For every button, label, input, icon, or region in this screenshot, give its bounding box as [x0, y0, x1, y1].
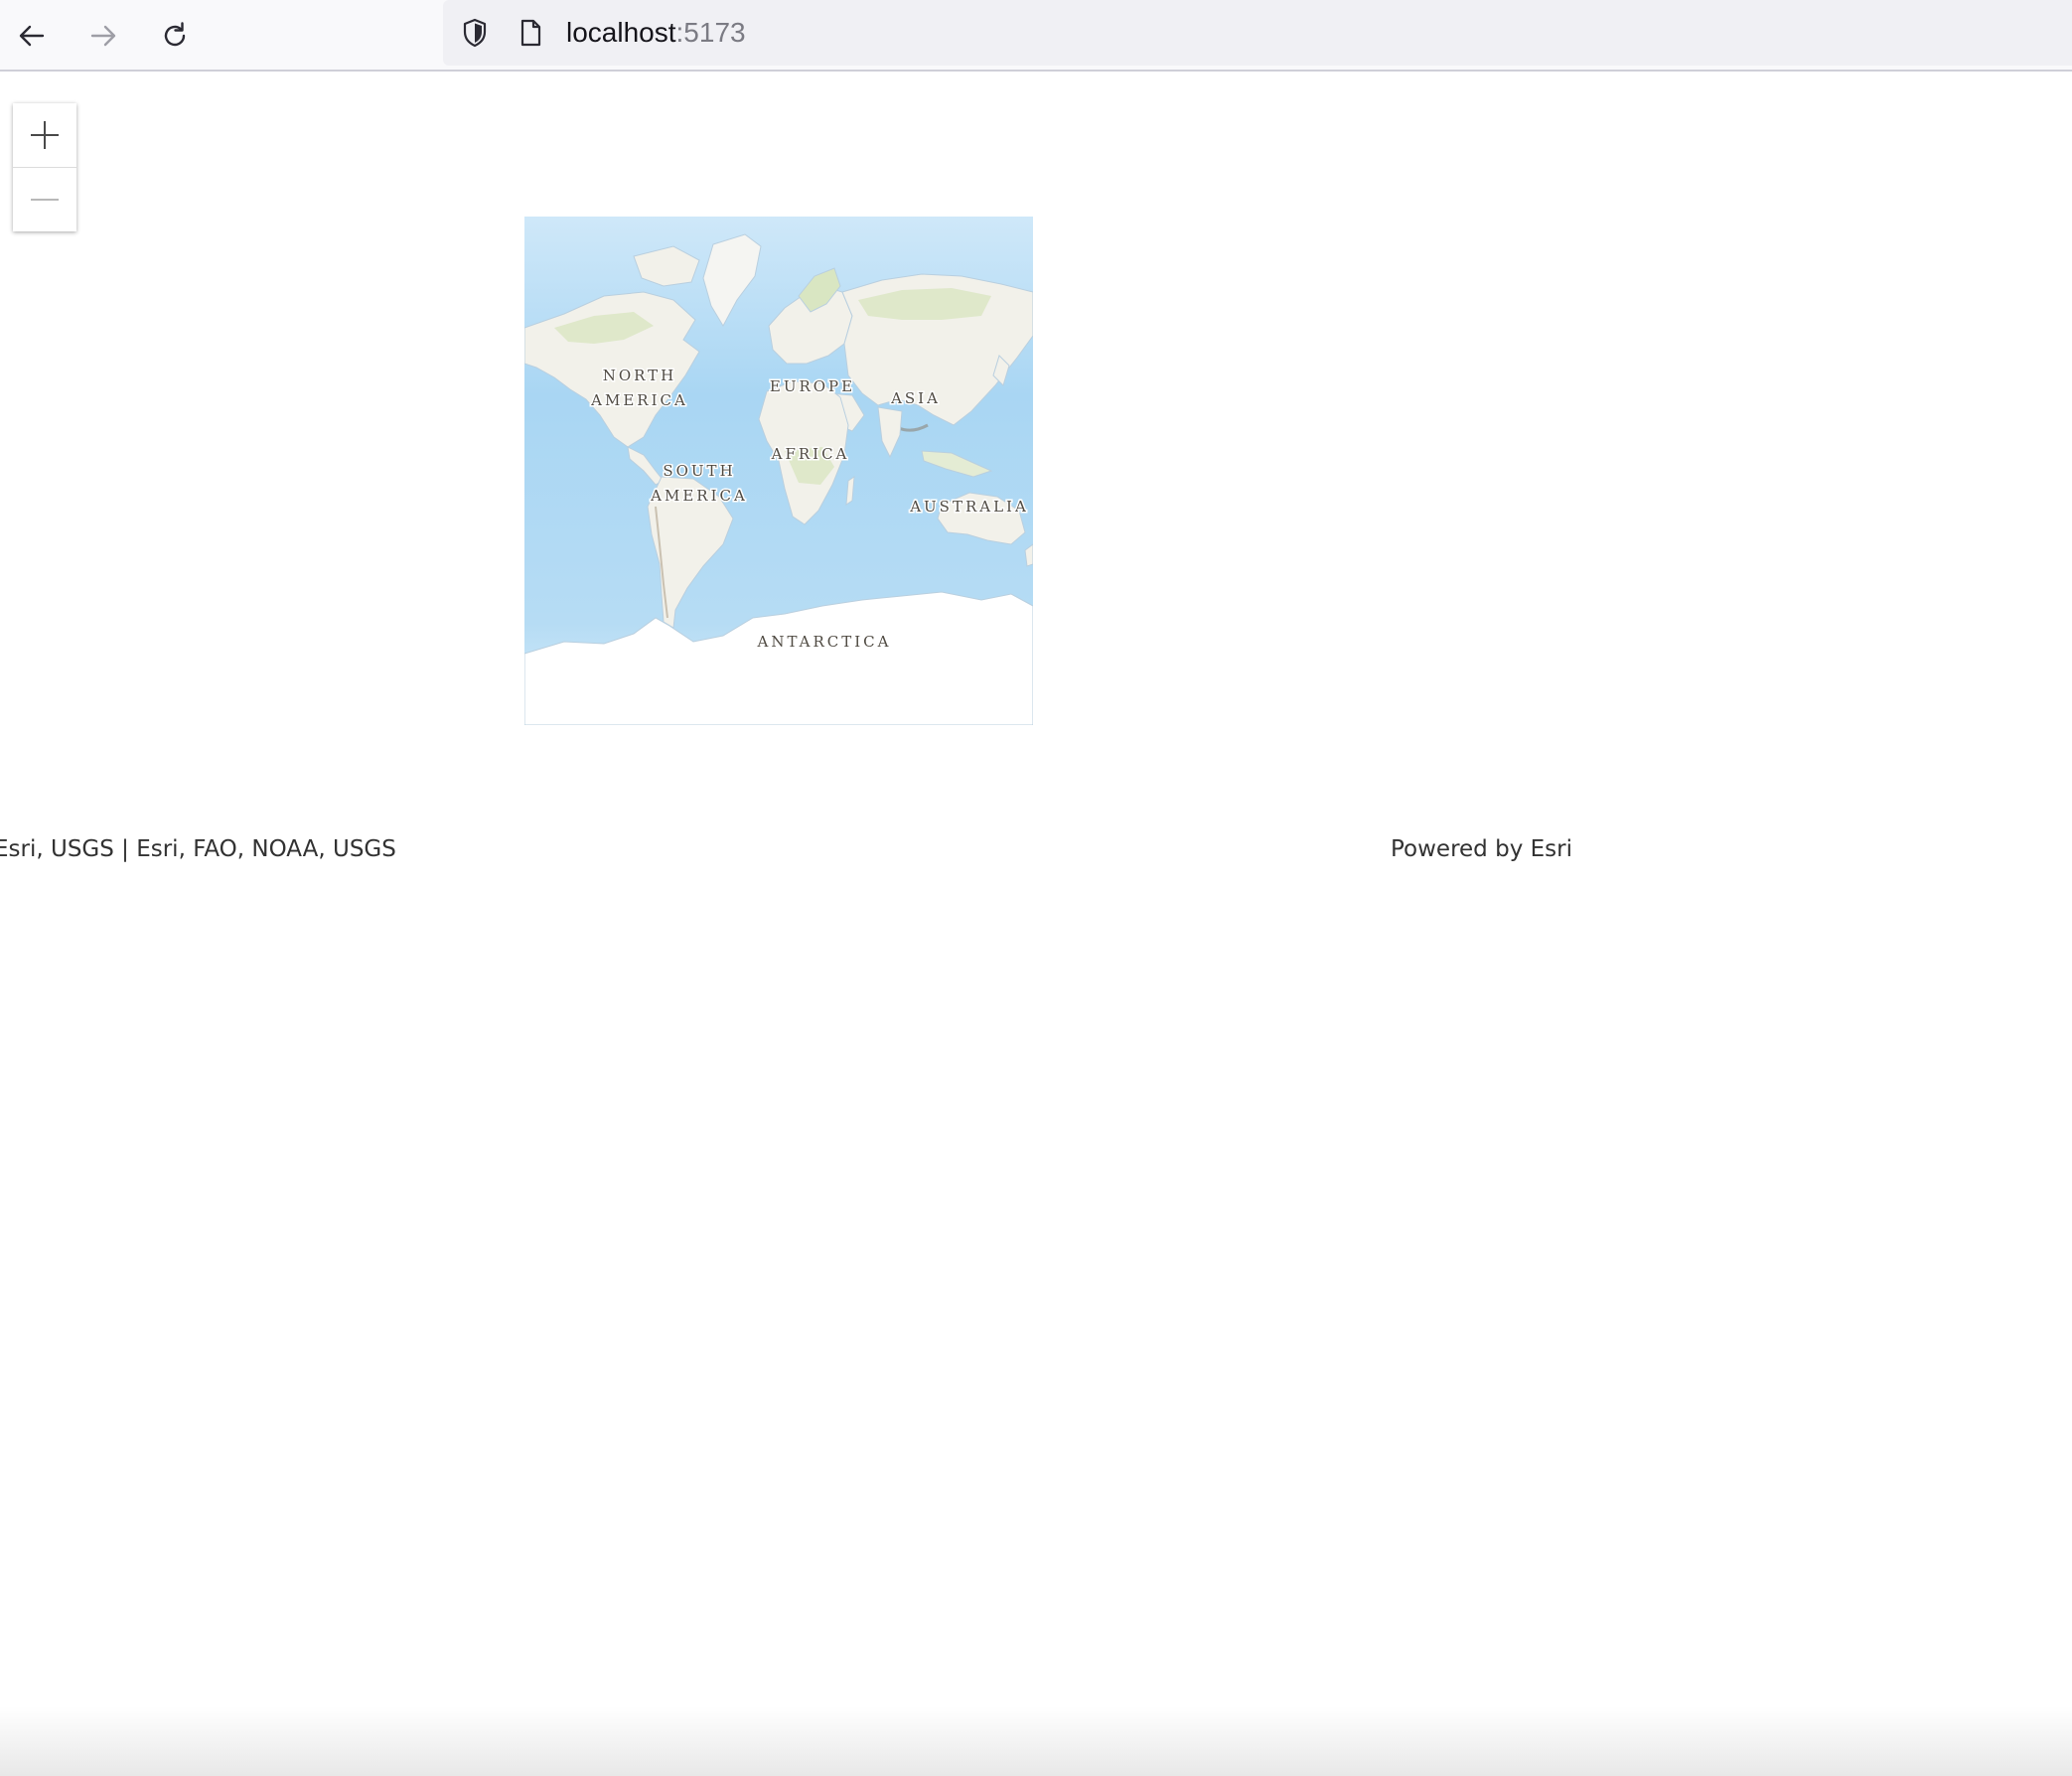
label-africa: AFRICA	[771, 445, 850, 463]
label-south-america: AMERICA	[650, 487, 748, 505]
url-host: localhost	[566, 17, 676, 48]
site-info-button[interactable]	[513, 15, 548, 51]
map-attribution[interactable]: Esri, USGS | Esri, FAO, NOAA, USGS	[0, 836, 396, 862]
label-north-america: AMERICA	[590, 391, 688, 409]
back-button[interactable]	[8, 12, 56, 60]
label-south: SOUTH	[663, 462, 735, 480]
label-australia: AUSTRALIA	[909, 498, 1029, 516]
url-text[interactable]: localhost:5173	[566, 14, 746, 52]
forward-button[interactable]	[79, 12, 127, 60]
zoom-in-button[interactable]	[13, 103, 76, 167]
world-map-tile[interactable]: NORTH AMERICA EUROPE ASIA AFRICA SOUTH A…	[524, 217, 1033, 725]
arrow-left-icon	[19, 25, 45, 47]
arrow-right-icon	[90, 25, 116, 47]
label-antarctica: ANTARCTICA	[757, 633, 892, 651]
map-view[interactable]: NORTH AMERICA EUROPE ASIA AFRICA SOUTH A…	[0, 72, 2072, 1776]
world-map: NORTH AMERICA EUROPE ASIA AFRICA SOUTH A…	[524, 217, 1033, 725]
zoom-out-button[interactable]	[13, 167, 76, 231]
url-bar[interactable]: localhost:5173	[443, 0, 2072, 66]
label-europe: EUROPE	[770, 377, 855, 395]
plus-icon	[31, 121, 59, 149]
minus-icon	[31, 199, 59, 201]
page-icon	[520, 19, 541, 47]
zoom-widget	[13, 103, 76, 231]
reload-icon	[164, 22, 186, 47]
label-north: NORTH	[603, 367, 677, 384]
powered-by-link[interactable]: Powered by Esri	[1391, 836, 1572, 862]
shield-icon	[463, 18, 487, 48]
label-asia: ASIA	[890, 389, 941, 407]
reload-button[interactable]	[151, 12, 199, 60]
tracking-protection-button[interactable]	[457, 15, 493, 51]
bottom-shadow	[0, 1706, 2072, 1776]
browser-toolbar: localhost:5173	[0, 0, 2072, 72]
url-port: :5173	[675, 17, 746, 48]
